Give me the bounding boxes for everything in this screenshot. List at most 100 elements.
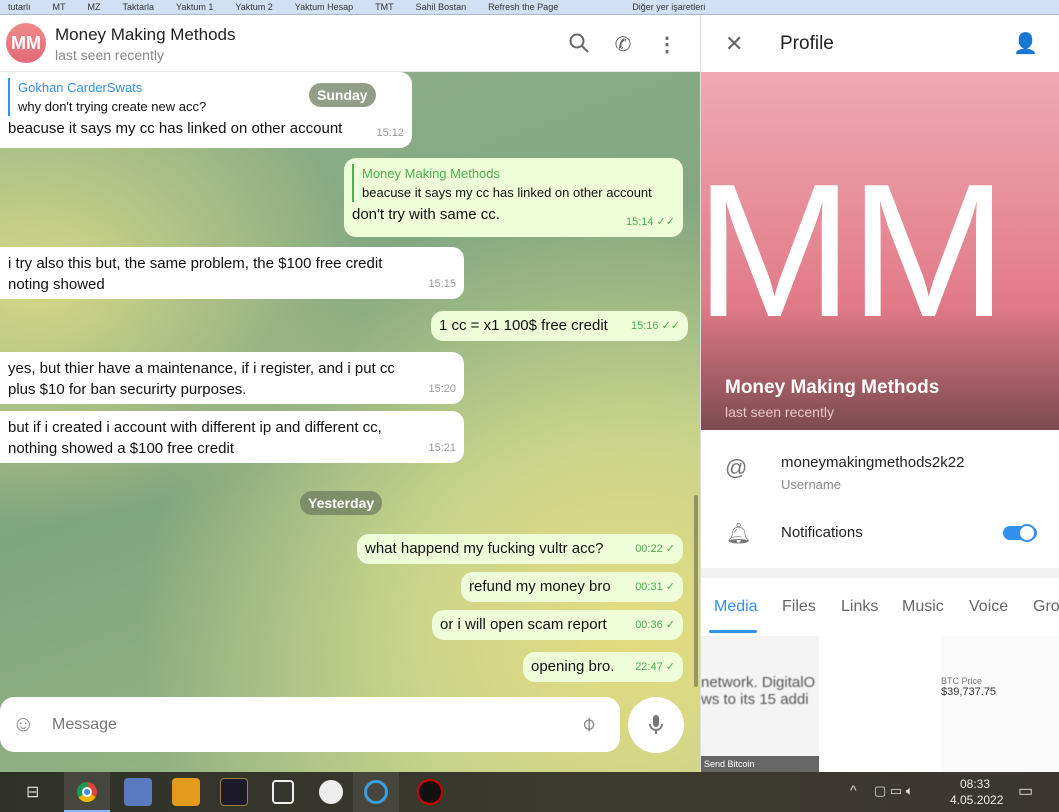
phone-icon[interactable]: ✆ <box>611 32 635 56</box>
message-text: refund my money bro <box>469 578 611 595</box>
tab-files[interactable]: Files <box>782 598 816 616</box>
microphone-icon <box>649 715 663 734</box>
message-time: 00:36 ✓ <box>635 619 675 631</box>
message-input[interactable] <box>52 713 562 737</box>
profile-name: Money Making Methods <box>725 377 940 398</box>
reply-text: beacuse it says my cc has linked on othe… <box>362 185 652 200</box>
app-red-icon[interactable] <box>417 779 443 805</box>
message-text: opening bro. <box>531 658 615 675</box>
bookmark[interactable]: MT <box>53 2 66 12</box>
emoji-icon[interactable]: ☺ <box>12 711 34 737</box>
username-label: Username <box>781 477 841 492</box>
bookmark[interactable]: Sahil Bostan <box>416 2 467 12</box>
microphone-button[interactable] <box>628 697 684 753</box>
message-outgoing[interactable]: what happend my fucking vultr acc? 00:22 … <box>357 534 683 564</box>
reply-author: Money Making Methods <box>362 166 501 181</box>
dreamweaver-icon[interactable] <box>172 778 200 806</box>
app-r-icon[interactable] <box>220 778 248 806</box>
taskbar: ⊟ ^ ▢ ▭ 🔈︎ 08:33 4.05.2022 ▭ <box>0 772 1059 812</box>
md5-icon[interactable] <box>319 780 343 804</box>
network-app-icon[interactable] <box>124 778 152 806</box>
message-incoming[interactable]: i try also this but, the same problem, t… <box>0 247 464 299</box>
message-incoming[interactable]: yes, but thier have a maintenance, if i … <box>0 352 464 404</box>
attach-icon[interactable]: ⌀ <box>575 710 601 736</box>
message-composer: ☺ ⌀ <box>0 697 620 752</box>
reply-author: Gokhan CarderSwats <box>18 80 143 95</box>
date-separator: Sunday <box>309 83 376 107</box>
notifications-label: Notifications <box>781 524 863 541</box>
reply-quote[interactable]: Money Making Methods beacuse it says my c… <box>352 164 675 202</box>
bookmark[interactable]: Taktarla <box>123 2 155 12</box>
message-incoming[interactable]: but if i created i account with differen… <box>0 411 464 463</box>
bookmarks-bar: tutarlı MT MZ Taktarla Yaktum 1 Yaktum 2 Yaktu… <box>0 0 1059 15</box>
media-thumbnail[interactable]: BTC Price $39,737.75 <box>941 636 1059 772</box>
chrome-taskbar-button[interactable] <box>64 772 110 812</box>
chat-status: last seen recently <box>55 47 164 63</box>
profile-panel: ✕ Profile 👤 MM Money Making Methods last… <box>695 15 1059 772</box>
search-icon[interactable] <box>567 32 591 56</box>
message-time: 15:12 <box>376 127 404 139</box>
message-text: beacuse it says my cc has linked on othe… <box>8 120 343 137</box>
bookmark[interactable]: MZ <box>88 2 101 12</box>
message-time: 15:16 ✓✓ <box>630 320 680 332</box>
more-icon[interactable]: ⋮ <box>655 32 679 56</box>
message-text: what happend my fucking vultr acc? <box>365 540 604 557</box>
profile-photo[interactable]: MM Money Making Methods last seen recent… <box>695 72 1059 430</box>
message-text: or i will open scam report <box>440 616 607 633</box>
tab-links[interactable]: Links <box>841 598 878 616</box>
bookmark[interactable]: TMT <box>375 2 394 12</box>
message-text: yes, but thier have a maintenance, if i … <box>8 360 395 398</box>
section-divider <box>701 568 1059 578</box>
avatar[interactable]: MM <box>6 23 46 63</box>
tray-chevron-icon[interactable]: ^ <box>850 782 857 798</box>
profile-status: last seen recently <box>725 404 834 420</box>
app-s-button[interactable] <box>353 772 399 812</box>
notifications-center-icon[interactable]: ▭ <box>1018 781 1033 801</box>
chat-header: MM Money Making Methods last seen recent… <box>0 15 700 72</box>
add-contact-icon[interactable]: 👤 <box>1013 31 1038 56</box>
tray-icons[interactable]: ▢ ▭ 🔈︎ <box>874 783 914 799</box>
bookmark[interactable]: Yaktum 1 <box>176 2 213 12</box>
message-time: 15:21 <box>428 442 456 454</box>
message-outgoing[interactable]: opening bro. 22:47 ✓ <box>523 652 683 682</box>
message-time: 15:15 <box>428 278 456 290</box>
message-outgoing[interactable]: or i will open scam report 00:36 ✓ <box>432 610 683 640</box>
message-text: but if i created i account with differen… <box>8 419 382 457</box>
media-thumbnail[interactable]: network. DigitalO ws to its 15 addi Send B… <box>701 636 819 772</box>
message-time: 15:20 <box>428 383 456 395</box>
message-text: 1 cc = x1 100$ free credit <box>439 317 608 334</box>
bookmark[interactable]: Yaktum Hesap <box>295 2 353 12</box>
message-time: 15:14 ✓✓ <box>625 216 675 228</box>
message-time: 00:31 ✓ <box>635 581 675 593</box>
chat-scrollbar[interactable] <box>694 495 698 687</box>
date-separator: Yesterday <box>300 491 383 515</box>
bookmark[interactable]: tutarlı <box>8 2 31 12</box>
message-outgoing[interactable]: Money Making Methods beacuse it says my c… <box>344 158 683 237</box>
message-outgoing[interactable]: 1 cc = x1 100$ free credit 15:16 ✓✓ <box>431 311 688 341</box>
bookmark[interactable]: Diğer yer işaretleri <box>632 2 705 12</box>
profile-photo-initials: MM <box>695 145 1008 357</box>
chat-title[interactable]: Money Making Methods <box>55 25 235 45</box>
tab-groups[interactable]: Gro <box>1033 598 1059 616</box>
username-value[interactable]: moneymakingmethods2k22 <box>781 454 964 471</box>
windows-app-icon[interactable] <box>272 780 294 804</box>
at-icon: @ <box>725 455 748 480</box>
media-thumbnail[interactable] <box>821 636 939 772</box>
message-outgoing[interactable]: refund my money bro 00:31 ✓ <box>461 572 683 602</box>
bookmark[interactable]: Yaktum 2 <box>235 2 272 12</box>
bell-icon: 🔔︎ <box>726 523 752 545</box>
clock[interactable]: 08:33 4.05.2022 <box>950 776 1004 808</box>
task-view-icon[interactable]: ⊟ <box>26 782 39 802</box>
panel-title: Profile <box>780 33 834 54</box>
tab-music[interactable]: Music <box>902 598 944 616</box>
message-time: 22:47 ✓ <box>635 661 675 673</box>
bookmark[interactable]: Refresh the Page <box>488 2 558 12</box>
message-text: i try also this but, the same problem, t… <box>8 255 383 293</box>
notifications-toggle[interactable] <box>1003 524 1037 542</box>
close-icon[interactable]: ✕ <box>725 31 743 57</box>
message-time: 00:22 ✓ <box>635 543 675 555</box>
clock-date: 4.05.2022 <box>950 793 1004 807</box>
active-tab-indicator <box>709 630 757 633</box>
tab-voice[interactable]: Voice <box>969 598 1008 616</box>
tab-media[interactable]: Media <box>714 598 758 616</box>
